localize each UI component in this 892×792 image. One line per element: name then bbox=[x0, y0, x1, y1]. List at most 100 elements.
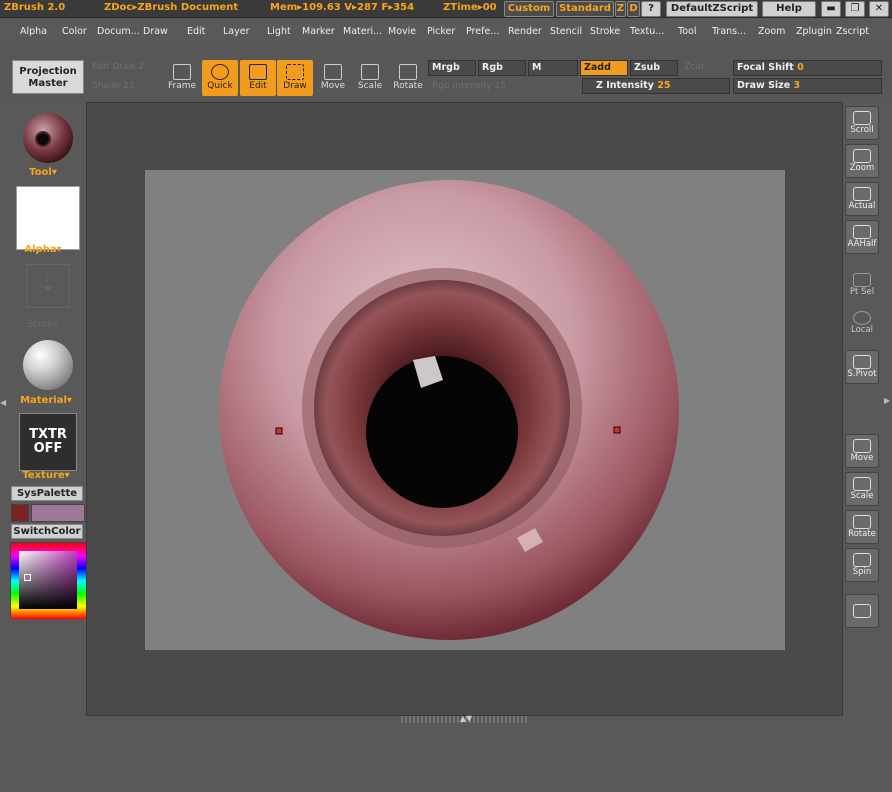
menu-layer[interactable]: Layer bbox=[223, 26, 250, 37]
grid-icon bbox=[853, 273, 871, 287]
alpha-palette-label[interactable]: Alpha▾ bbox=[18, 244, 68, 255]
zadd-button[interactable]: Zadd bbox=[580, 60, 628, 76]
menu-texture[interactable]: Textu... bbox=[630, 26, 664, 37]
draw-button[interactable]: Draw bbox=[277, 60, 313, 96]
zsub-button[interactable]: Zsub bbox=[630, 60, 678, 76]
menu-stencil[interactable]: Stencil bbox=[550, 26, 582, 37]
menu-stroke[interactable]: Stroke bbox=[590, 26, 620, 37]
marker-right[interactable] bbox=[613, 426, 621, 434]
color-picker[interactable] bbox=[10, 542, 87, 619]
menu-document[interactable]: Docum... bbox=[97, 26, 140, 37]
spin-button[interactable]: Spin bbox=[845, 548, 879, 582]
menu-picker[interactable]: Picker bbox=[427, 26, 455, 37]
aahalf-icon bbox=[853, 225, 871, 239]
question-button[interactable]: ? bbox=[641, 1, 661, 17]
focal-shift-slider[interactable]: Focal Shift 0 bbox=[733, 60, 882, 76]
rotate-button[interactable]: Rotate bbox=[390, 60, 426, 96]
default-zscript-button[interactable]: DefaultZScript bbox=[666, 1, 758, 17]
txtr-off-thumbnail[interactable]: TXTR OFF bbox=[19, 413, 77, 471]
scroll-button[interactable]: Scroll bbox=[845, 106, 879, 140]
syspalette-button[interactable]: SysPalette bbox=[11, 486, 83, 501]
menu-alpha[interactable]: Alpha bbox=[20, 26, 47, 37]
menu-draw[interactable]: Draw bbox=[143, 26, 168, 37]
stroke-thumbnail[interactable]: ⇣ bbox=[26, 264, 70, 308]
z-intensity-slider[interactable]: Z Intensity 25 bbox=[582, 78, 730, 94]
rotate-view-icon bbox=[853, 515, 871, 529]
tool-thumbnail[interactable] bbox=[23, 113, 73, 163]
projection-master-button[interactable]: Projection Master bbox=[12, 60, 84, 94]
material-thumbnail[interactable] bbox=[23, 340, 73, 390]
snapshot-button[interactable] bbox=[845, 594, 879, 628]
pivot-icon bbox=[853, 355, 871, 369]
mrgb-button[interactable]: Mrgb bbox=[428, 60, 476, 76]
close-icon[interactable]: ✕ bbox=[869, 1, 889, 17]
standard-button[interactable]: Standard bbox=[556, 1, 614, 17]
faded-shade: Shade 23 bbox=[92, 81, 135, 91]
menu-zscript[interactable]: Zscript bbox=[836, 26, 869, 37]
quick-button[interactable]: Quick bbox=[202, 60, 238, 96]
restore-icon[interactable]: ❐ bbox=[845, 1, 865, 17]
camera-icon bbox=[853, 604, 871, 618]
move-button[interactable]: Move bbox=[315, 60, 351, 96]
texture-palette-label[interactable]: Texture▾ bbox=[14, 470, 78, 481]
scale-view-button[interactable]: Scale bbox=[845, 472, 879, 506]
rgb-button[interactable]: Rgb bbox=[478, 60, 526, 76]
zcut-button[interactable]: Zcut bbox=[684, 62, 704, 72]
minimize-icon[interactable]: ▬ bbox=[821, 1, 841, 17]
app-title: ZBrush 2.0 bbox=[4, 2, 66, 13]
secondary-color-swatch[interactable] bbox=[31, 504, 85, 522]
custom-button[interactable]: Custom bbox=[504, 1, 554, 17]
menu-zplugin[interactable]: Zplugin bbox=[796, 26, 832, 37]
quick-icon bbox=[211, 64, 229, 80]
frame-button[interactable]: Frame bbox=[164, 60, 200, 96]
color-picker-cursor[interactable] bbox=[24, 574, 31, 581]
frame-icon bbox=[173, 64, 191, 80]
menu-movie[interactable]: Movie bbox=[388, 26, 416, 37]
edit-icon bbox=[249, 64, 267, 80]
m-button[interactable]: M bbox=[528, 60, 578, 76]
menu-render[interactable]: Render bbox=[508, 26, 542, 37]
menu-marker[interactable]: Marker bbox=[302, 26, 335, 37]
switchcolor-button[interactable]: SwitchColor bbox=[11, 524, 83, 539]
z-button[interactable]: Z bbox=[615, 1, 626, 17]
pt-sel-button[interactable]: Pt Sel bbox=[845, 268, 879, 302]
stroke-palette-label[interactable]: Stroke bbox=[18, 319, 68, 330]
menu-material[interactable]: Materi... bbox=[343, 26, 382, 37]
local-button[interactable]: Local bbox=[845, 306, 879, 340]
left-tray: Tool▾ Alpha▾ ⇣ Stroke Material▾ TXTR OFF… bbox=[0, 102, 87, 792]
spivot-button[interactable]: S.Pivot bbox=[845, 350, 879, 384]
scale-button[interactable]: Scale bbox=[352, 60, 388, 96]
alpha-thumbnail[interactable] bbox=[16, 186, 80, 250]
aahalf-button[interactable]: AAHalf bbox=[845, 220, 879, 254]
menu-edit[interactable]: Edit bbox=[187, 26, 205, 37]
eyeball-render bbox=[219, 180, 679, 640]
tool-palette-label[interactable]: Tool▾ bbox=[18, 167, 68, 178]
title-bar: ZBrush 2.0 ZDoc▸ZBrush Document Mem▸109.… bbox=[0, 0, 892, 18]
eyeball-pupil-thumb bbox=[35, 131, 51, 147]
menu-transform[interactable]: Trans... bbox=[712, 26, 746, 37]
left-tray-collapse-icon[interactable]: ◀ bbox=[0, 398, 7, 414]
actual-button[interactable]: Actual bbox=[845, 182, 879, 216]
ztime-readout: ZTime▸00 bbox=[443, 2, 497, 13]
rgb-intensity-slider[interactable]: Rgb Intensity 15 bbox=[432, 81, 506, 91]
zoom-button[interactable]: Zoom bbox=[845, 144, 879, 178]
edit-button[interactable]: Edit bbox=[240, 60, 276, 96]
bottom-tray-toggle-icon[interactable]: ▲▼ bbox=[452, 714, 480, 724]
document-title[interactable]: ZDoc▸ZBrush Document bbox=[104, 2, 238, 13]
marker-left[interactable] bbox=[275, 427, 283, 435]
local-sphere-icon bbox=[853, 311, 871, 325]
menu-color[interactable]: Color bbox=[62, 26, 87, 37]
move-view-button[interactable]: Move bbox=[845, 434, 879, 468]
menu-zoom[interactable]: Zoom bbox=[758, 26, 785, 37]
menu-tool[interactable]: Tool bbox=[678, 26, 696, 37]
material-palette-label[interactable]: Material▾ bbox=[14, 395, 78, 406]
d-button[interactable]: D bbox=[627, 1, 640, 17]
menu-light[interactable]: Light bbox=[267, 26, 291, 37]
right-tray-collapse-icon[interactable]: ▶ bbox=[884, 396, 891, 412]
draw-size-slider[interactable]: Draw Size 3 bbox=[733, 78, 882, 94]
main-color-swatch[interactable] bbox=[11, 504, 29, 522]
menu-preferences[interactable]: Prefe... bbox=[466, 26, 499, 37]
help-button[interactable]: Help bbox=[762, 1, 816, 17]
rotate-view-button[interactable]: Rotate bbox=[845, 510, 879, 544]
document-canvas[interactable] bbox=[145, 170, 785, 650]
